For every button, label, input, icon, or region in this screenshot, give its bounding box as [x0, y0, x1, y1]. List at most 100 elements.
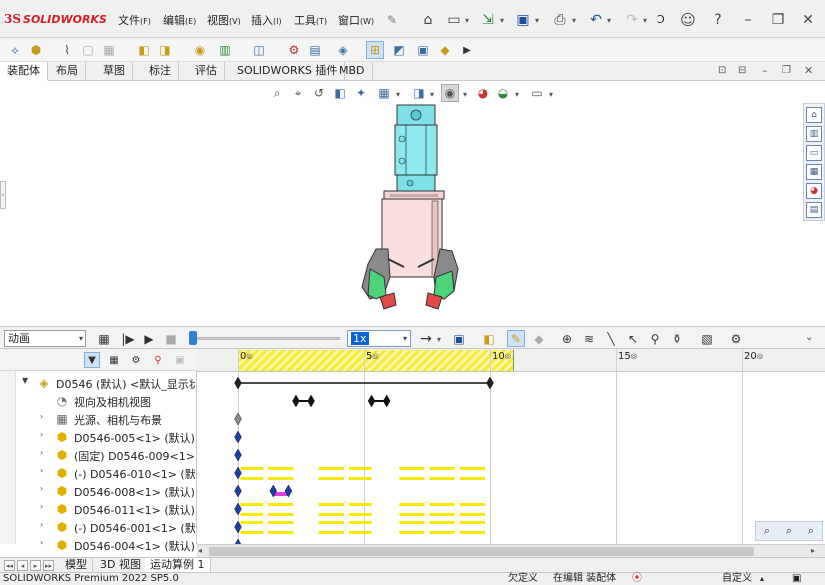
activity-segment[interactable]	[318, 467, 344, 470]
play-icon[interactable]: ▶	[140, 330, 158, 347]
activity-segment[interactable]	[429, 531, 455, 534]
chevron-down-icon[interactable]: ▾	[535, 16, 539, 25]
expand-arrow-icon[interactable]: ›	[40, 520, 43, 529]
expand-arrow-icon[interactable]: ▼	[22, 376, 28, 385]
tab-sketch[interactable]: 草图	[96, 62, 133, 81]
activity-segment[interactable]	[399, 521, 425, 524]
activity-segment[interactable]	[399, 531, 425, 534]
chevron-down-icon[interactable]: ▾	[396, 90, 400, 99]
activity-segment[interactable]	[240, 521, 264, 524]
custom-properties-icon[interactable]: ▤	[806, 202, 822, 218]
expand-arrow-icon[interactable]: ›	[40, 538, 43, 547]
edit-component-icon[interactable]: ⟡	[6, 41, 24, 59]
menu-tools[interactable]: 工具(T)	[294, 12, 327, 28]
tree-row[interactable]: › ⬢ D0546-011<1> (默认) <<	[0, 500, 195, 518]
minimize-icon[interactable]: –	[738, 10, 758, 30]
bill-of-materials-icon[interactable]: ▤	[306, 41, 324, 59]
smart-fasteners-icon[interactable]: ◧	[135, 41, 153, 59]
playback-slider-thumb[interactable]	[189, 331, 197, 345]
redo-icon[interactable]: ↷	[622, 10, 642, 30]
study-type-select[interactable]: 动画 ▾	[4, 330, 86, 347]
doc-restore-icon[interactable]: ❐	[782, 65, 791, 76]
activity-segment[interactable]	[268, 477, 294, 480]
motion-study-properties-icon[interactable]: ⚙	[727, 330, 745, 347]
save-icon[interactable]: ▣	[513, 10, 533, 30]
tree-row[interactable]: › ⬢ (固定) D0546-009<1> (默	[0, 446, 195, 464]
key-point[interactable]	[486, 376, 494, 390]
search-box[interactable]: Ͻ	[657, 13, 665, 26]
timeline-tracks[interactable]	[197, 372, 825, 544]
menu-insert[interactable]: 插入(I)	[251, 12, 282, 28]
activity-segment[interactable]	[399, 503, 425, 506]
scroll-left-icon[interactable]: ◂	[198, 546, 202, 555]
instant3d-icon[interactable]: ⊞	[366, 41, 384, 59]
solidworks-resources-icon[interactable]: ⌂	[806, 107, 822, 123]
force-icon[interactable]: ⚲	[646, 330, 664, 347]
activity-segment[interactable]	[399, 477, 425, 480]
chevron-up-icon[interactable]: ▴	[760, 573, 764, 585]
activity-segment[interactable]	[240, 467, 264, 470]
activity-segment[interactable]	[268, 521, 294, 524]
pin-icon[interactable]: ✎	[382, 10, 402, 30]
activity-segment[interactable]	[348, 521, 372, 524]
tile-icon[interactable]: ⊟	[738, 65, 746, 76]
chevron-down-icon[interactable]: ▾	[430, 90, 434, 99]
autokey-icon[interactable]: ✎	[507, 330, 525, 347]
expand-collapse-icon[interactable]: ▣	[172, 352, 188, 368]
large-assembly-icon[interactable]: ◆	[436, 41, 454, 59]
activity-segment[interactable]	[348, 467, 372, 470]
activity-segment[interactable]	[459, 521, 485, 524]
home-icon[interactable]: ⌂	[418, 10, 438, 30]
activity-segment[interactable]	[240, 531, 264, 534]
new-document-icon[interactable]: ▭	[444, 10, 464, 30]
add-key-icon[interactable]: ◆	[530, 330, 548, 347]
insert-components-icon[interactable]: ⬢	[27, 41, 45, 59]
gravity-icon[interactable]: ↖	[624, 330, 642, 347]
show-hidden-icon[interactable]: ◉	[191, 41, 209, 59]
mate-icon[interactable]: ⌇	[58, 41, 76, 59]
expand-arrow-icon[interactable]: ›	[40, 484, 43, 493]
chevron-down-icon[interactable]: ▾	[607, 16, 611, 25]
expand-arrow-icon[interactable]: ›	[40, 430, 43, 439]
component-preview-icon[interactable]: ▢	[79, 41, 97, 59]
activity-segment[interactable]	[318, 503, 344, 506]
close-icon[interactable]: ✕	[798, 10, 818, 30]
new-motion-study-icon[interactable]: ⚙	[285, 41, 303, 59]
key-point[interactable]	[234, 430, 242, 444]
activity-segment[interactable]	[459, 513, 485, 516]
activity-segment[interactable]	[268, 503, 294, 506]
stop-icon[interactable]: ■	[162, 330, 180, 347]
key-point[interactable]	[234, 484, 242, 498]
activity-segment[interactable]	[240, 477, 264, 480]
more-arrow-icon[interactable]: ▶	[458, 41, 476, 59]
view-settings-icon[interactable]: ▭	[528, 84, 546, 102]
open-icon[interactable]: ⇲	[478, 10, 498, 30]
activity-segment[interactable]	[429, 467, 455, 470]
chevron-down-icon[interactable]: ▾	[515, 90, 519, 99]
graphics-area[interactable]: ⌕ ⌖ ↺ ◧ ✦ ▦ ▾ ◨ ▾ ◉ ▾ ◕ ◒ ▾ ▭ ▾ › ⌂ ▥ ▭ …	[0, 81, 825, 326]
key-point[interactable]	[234, 376, 242, 390]
activity-segment[interactable]	[240, 513, 264, 516]
key-point[interactable]	[292, 394, 300, 408]
units-custom[interactable]: 自定义	[722, 573, 752, 585]
tree-row[interactable]: › ⬢ (-) D0546-010<1> (默认)	[0, 464, 195, 482]
activity-segment[interactable]	[268, 513, 294, 516]
zoom-in-icon[interactable]: ⌕	[786, 524, 792, 538]
tab-evaluate[interactable]: 评估	[188, 62, 225, 81]
activity-segment[interactable]	[348, 503, 372, 506]
update-speedpak-icon[interactable]: ◩	[390, 41, 408, 59]
zoom-area-icon[interactable]: ⌖	[289, 84, 307, 102]
previous-view-icon[interactable]: ↺	[310, 84, 328, 102]
gripper-3d-model[interactable]	[340, 99, 480, 324]
help-icon[interactable]: ?	[708, 10, 728, 30]
chevron-down-icon[interactable]: ▾	[437, 335, 441, 344]
filter-driving-icon[interactable]: ▦	[106, 352, 122, 368]
doc-close-icon[interactable]: ✕	[804, 64, 813, 77]
tree-row[interactable]: › ⬢ (-) D0546-001<1> (默认)	[0, 518, 195, 536]
activity-segment[interactable]	[459, 503, 485, 506]
activity-segment[interactable]	[318, 531, 344, 534]
play-from-start-icon[interactable]: |▶	[119, 330, 137, 347]
expand-arrow-icon[interactable]: ›	[40, 412, 43, 421]
menu-edit[interactable]: 编辑(E)	[163, 12, 196, 28]
tab-addins[interactable]: SOLIDWORKS 插件	[230, 62, 346, 81]
